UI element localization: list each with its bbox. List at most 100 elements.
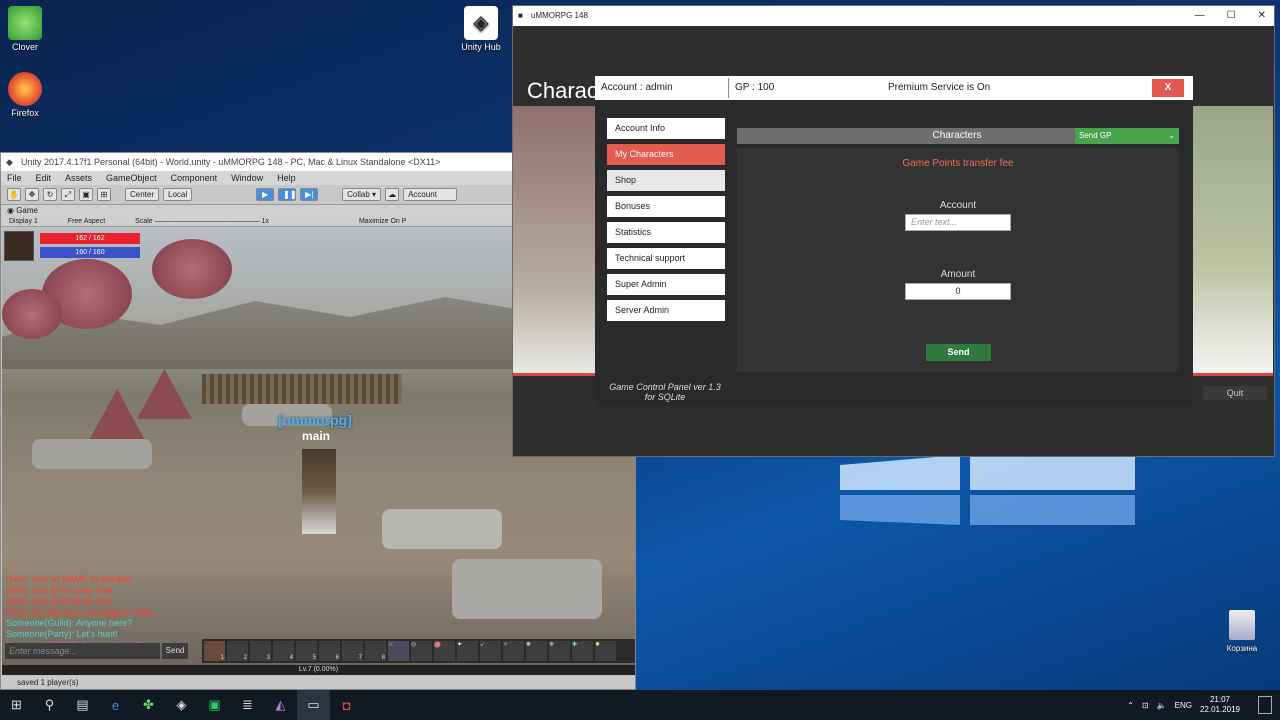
quit-button[interactable]: Quit [1203,386,1267,400]
sidebar-item-statistics[interactable]: Statistics [607,222,725,243]
maximize-icon[interactable]: ☐ [1227,6,1236,26]
unity-icon[interactable]: ◈ [165,690,198,720]
chat-send-button[interactable]: Send [162,643,188,659]
hotbar-slot[interactable]: 8 [365,641,386,661]
clock-time: 21:07 [1209,695,1230,704]
aspect-select[interactable]: Free Aspect [68,216,105,226]
menu-component[interactable]: Component [171,171,218,185]
desktop-icon-recycle-bin[interactable]: Корзина [1220,610,1264,653]
amount-input[interactable]: 0 [905,283,1011,300]
chat-message[interactable]: (Info): Use /w NAME to whisper [6,574,153,585]
desktop-icon-unity-hub[interactable]: ◈ Unity Hub [449,6,513,52]
desktop-icon-clover[interactable]: Clover [0,6,57,52]
hotbar-slot[interactable]: 1 [204,641,225,661]
desktop-icon-firefox[interactable]: Firefox [0,72,57,118]
cloud-icon[interactable]: ☁ [385,188,400,201]
language-indicator[interactable]: ENG [1175,701,1192,710]
account-input[interactable]: Enter text... [905,214,1011,231]
scale-slider[interactable]: Scale ——————————————— 1x [135,216,269,226]
recycle-bin-icon [1229,610,1255,640]
hotbar-slot[interactable]: 7 [342,641,363,661]
hotbar-slot[interactable]: 4 [273,641,294,661]
skill-icon[interactable]: ✺ [526,641,547,661]
collab-button[interactable]: Collab ▾ [342,188,382,201]
play-icon[interactable]: ▶ [256,188,275,201]
menu-gameobject[interactable]: GameObject [106,171,157,185]
menu-assets[interactable]: Assets [65,171,92,185]
health-bar: 162 / 162 [40,233,140,244]
desktop-icon-label: Firefox [11,108,39,118]
volume-icon[interactable]: 🔈 [1157,701,1167,710]
skill-hotbar: 1 2 3 4 5 6 7 8 ⚔ ◎ ⬤ ✦ ➹ ✧ ✺ ❋ ✚ ✸ [202,639,635,663]
move-tool-icon[interactable]: ✥ [25,188,39,201]
account-button[interactable]: Account [403,188,458,201]
display-select[interactable]: Display 1 [9,216,38,226]
sidebar-item-shop[interactable]: Shop [607,170,725,191]
camtasia-icon[interactable]: ▣ [198,690,231,720]
maximize-on-play[interactable]: Maximize On P [359,216,406,226]
database-icon[interactable]: ≣ [231,690,264,720]
pause-icon[interactable]: ❚❚ [278,188,297,201]
transform-tool-icon[interactable]: ⊞ [97,188,111,201]
chat-input[interactable]: Enter message... [5,643,160,659]
tent [87,389,147,444]
sword-icon[interactable]: ⚔ [388,641,409,661]
game-taskbar-icon[interactable]: ▭ [297,690,330,720]
rotate-tool-icon[interactable]: ↻ [43,188,57,201]
chat-message[interactable]: (Info): Use /g for guild chat [6,596,153,607]
skill-icon[interactable]: ✚ [572,641,593,661]
chevron-up-icon[interactable]: ⌃ [1127,701,1134,710]
hotbar-slot[interactable]: 6 [319,641,340,661]
network-icon[interactable]: ⊡ [1142,701,1149,710]
close-panel-button[interactable]: X [1152,79,1184,97]
menu-file[interactable]: File [7,171,22,185]
notification-icon[interactable] [1258,696,1272,714]
action-dropdown[interactable]: Send GP ⌄ [1075,128,1179,144]
slot-number: 7 [358,655,362,661]
skill-icon[interactable]: ✦ [457,641,478,661]
menu-edit[interactable]: Edit [36,171,52,185]
clover-icon[interactable]: ✤ [132,690,165,720]
clock[interactable]: 21:07 22.01.2019 [1200,695,1240,715]
chat-message[interactable]: (Info): Or click on a message to reply [6,607,153,618]
task-view-icon[interactable]: ▤ [66,690,99,720]
menu-help[interactable]: Help [277,171,296,185]
chat-message[interactable]: Someone(Guild): Anyone here? [6,618,153,629]
hand-tool-icon[interactable]: ✋ [7,188,21,201]
edge-icon[interactable]: e [99,690,132,720]
scale-tool-icon[interactable]: ⤢ [61,188,75,201]
shield-icon[interactable]: ◎ [411,641,432,661]
rect-tool-icon[interactable]: ▣ [79,188,93,201]
sidebar-item-account-info[interactable]: Account Info [607,118,725,139]
sidebar-item-super-admin[interactable]: Super Admin [607,274,725,295]
potion-icon[interactable]: ⬤ [434,641,455,661]
pivot-center-button[interactable]: Center [125,188,160,201]
visual-studio-icon[interactable]: ◭ [264,690,297,720]
player-character[interactable] [302,449,336,534]
skill-icon[interactable]: ✸ [595,641,616,661]
hotbar-slot[interactable]: 5 [296,641,317,661]
recorder-icon[interactable]: ◘ [330,690,363,720]
game-title-bar[interactable]: ■ uMMORPG 148 — ☐ ✕ [513,6,1274,26]
chat-message[interactable]: Someone(Party): Let's hunt! [6,629,153,640]
sidebar-item-server-admin[interactable]: Server Admin [607,300,725,321]
panel-header: Account : admin GP : 100 Premium Service… [595,76,1193,100]
minimize-icon[interactable]: — [1195,6,1205,26]
pivot-local-button[interactable]: Local [163,188,193,201]
page-title: Charac [527,78,598,103]
skill-icon[interactable]: ➹ [480,641,501,661]
hotbar-slot[interactable]: 3 [250,641,271,661]
sidebar-item-my-characters[interactable]: My Characters [607,144,725,165]
close-icon[interactable]: ✕ [1258,6,1266,26]
step-icon[interactable]: ▶| [300,188,319,201]
sidebar-item-bonuses[interactable]: Bonuses [607,196,725,217]
sidebar-item-technical-support[interactable]: Technical support [607,248,725,269]
skill-icon[interactable]: ✧ [503,641,524,661]
start-icon[interactable]: ⊞ [0,690,33,720]
skill-icon[interactable]: ❋ [549,641,570,661]
chat-message[interactable]: (Info): Use /p for party chat [6,585,153,596]
hotbar-slot[interactable]: 2 [227,641,248,661]
search-icon[interactable]: ⚲ [33,690,66,720]
send-gp-button[interactable]: Send [926,344,991,361]
menu-window[interactable]: Window [231,171,263,185]
